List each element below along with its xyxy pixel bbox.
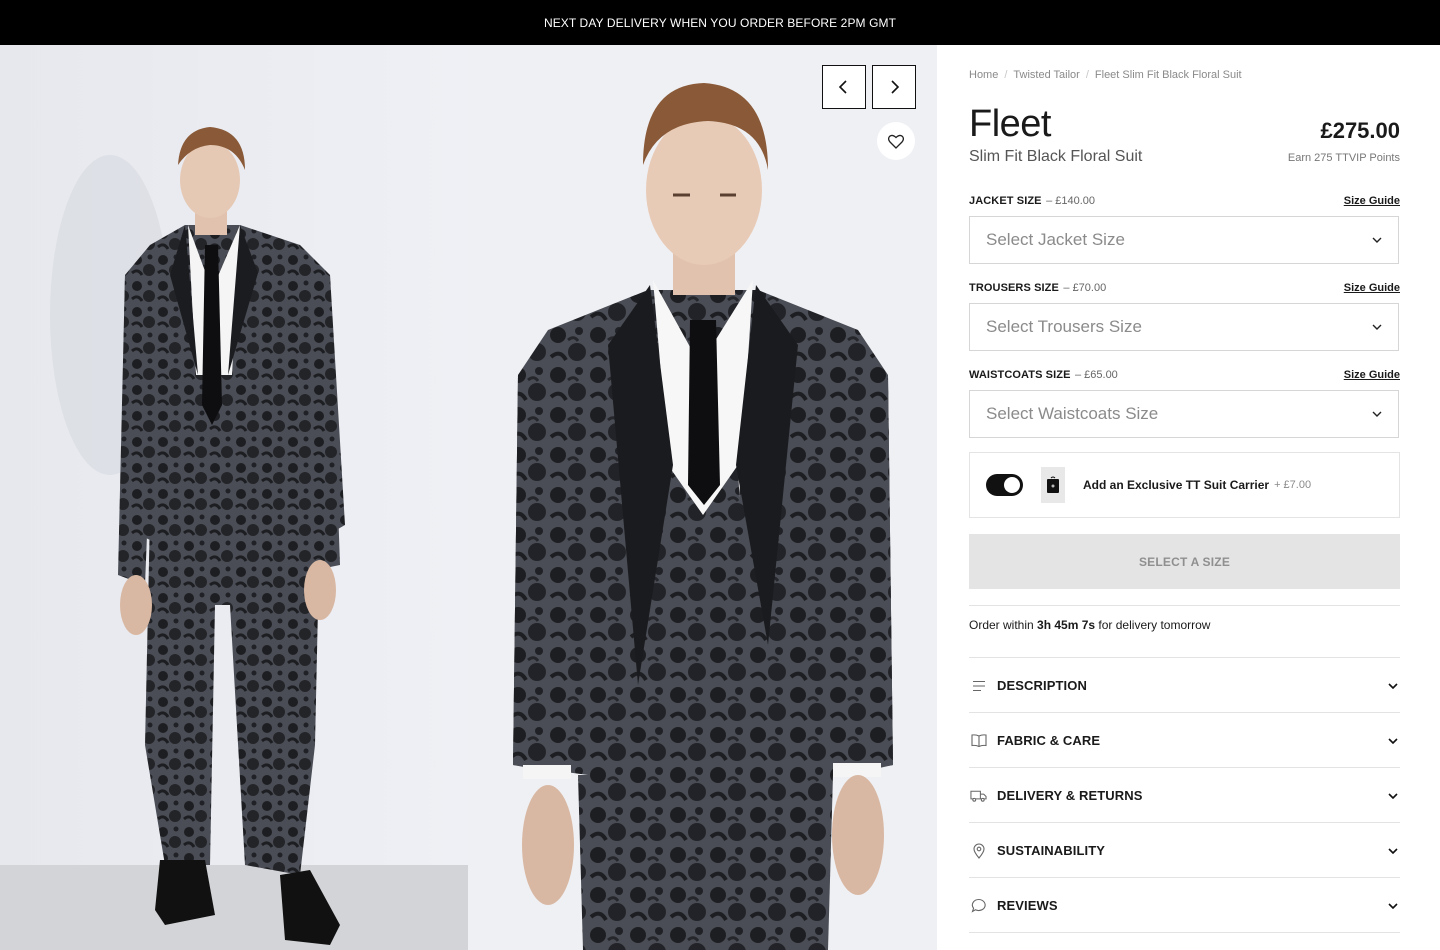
chevron-down-icon [1388, 792, 1398, 799]
waistcoats-size-row: WAISTCOATS SIZE – £65.00 Size Guide Sele… [969, 365, 1400, 438]
breadcrumb-separator: / [1004, 69, 1008, 81]
chevron-down-icon [1388, 902, 1398, 909]
location-pin-icon [970, 842, 987, 859]
chevron-down-icon [1388, 737, 1398, 744]
breadcrumb-home[interactable]: Home [969, 69, 998, 81]
jacket-size-select[interactable]: Select Jacket Size [969, 216, 1399, 264]
divider [969, 605, 1400, 606]
suit-carrier-addon: Add an Exclusive TT Suit Carrier + £7.00 [969, 452, 1400, 518]
waistcoats-size-placeholder: Select Waistcoats Size [986, 404, 1159, 423]
toggle-knob [1004, 477, 1020, 493]
breadcrumb-brand[interactable]: Twisted Tailor [1013, 69, 1079, 81]
book-icon [970, 732, 987, 749]
product-price: £275.00 [1320, 118, 1400, 143]
breadcrumb: Home / Twisted Tailor / Fleet Slim Fit B… [969, 69, 1242, 81]
heart-icon [888, 134, 904, 149]
product-image-close-up[interactable] [468, 45, 937, 950]
waistcoats-size-guide-link[interactable]: Size Guide [1344, 369, 1400, 381]
divider [969, 932, 1400, 933]
chevron-down-icon [1388, 682, 1398, 689]
gallery-next-button[interactable] [872, 65, 916, 109]
trousers-size-placeholder: Select Trousers Size [986, 317, 1142, 336]
trousers-size-row: TROUSERS SIZE – £70.00 Size Guide Select… [969, 278, 1400, 351]
gallery-prev-button[interactable] [822, 65, 866, 109]
accordion-fabric-care[interactable]: FABRIC & CARE [969, 713, 1400, 768]
chevron-left-icon [838, 80, 847, 94]
product-image-full-length[interactable] [0, 45, 468, 950]
accordion-label: REVIEWS [997, 898, 1058, 913]
announcement-bar: NEXT DAY DELIVERY WHEN YOU ORDER BEFORE … [0, 0, 1440, 45]
accordion-sustainability[interactable]: SUSTAINABILITY [969, 823, 1400, 878]
waistcoats-size-label: WAISTCOATS SIZE [969, 369, 1071, 381]
product-title: Fleet [969, 103, 1051, 145]
trousers-size-select[interactable]: Select Trousers Size [969, 303, 1399, 351]
suit-carrier-label: Add an Exclusive TT Suit Carrier [1083, 478, 1270, 492]
jacket-size-label: JACKET SIZE [969, 195, 1042, 207]
trousers-size-guide-link[interactable]: Size Guide [1344, 282, 1400, 294]
jacket-size-placeholder: Select Jacket Size [986, 230, 1125, 249]
countdown-suffix: for delivery tomorrow [1098, 618, 1211, 632]
garment-bag-icon [1047, 476, 1059, 493]
countdown-time: 3h 45m 7s [1037, 618, 1096, 632]
waistcoats-size-select[interactable]: Select Waistcoats Size [969, 390, 1399, 438]
breadcrumb-current: Fleet Slim Fit Black Floral Suit [1094, 69, 1242, 81]
suit-carrier-image [1041, 467, 1065, 503]
accordion-description[interactable]: DESCRIPTION [969, 658, 1400, 713]
countdown-prefix: Order within [969, 618, 1034, 632]
waistcoats-size-price: – £65.00 [1074, 369, 1118, 381]
jacket-size-price: – £140.00 [1046, 195, 1096, 207]
accordion-label: DELIVERY & RETURNS [997, 788, 1143, 803]
chat-icon [970, 897, 987, 914]
accordion-reviews[interactable]: REVIEWS [969, 878, 1400, 933]
suit-carrier-price: + £7.00 [1274, 479, 1312, 491]
announcement-text: NEXT DAY DELIVERY WHEN YOU ORDER BEFORE … [543, 15, 897, 30]
wishlist-button[interactable] [877, 122, 915, 160]
chevron-right-icon [891, 80, 900, 94]
chevron-down-icon [1372, 324, 1382, 330]
suit-carrier-toggle[interactable] [986, 474, 1023, 496]
jacket-size-guide-link[interactable]: Size Guide [1344, 195, 1400, 207]
breadcrumb-separator: / [1085, 69, 1089, 81]
product-subtitle: Slim Fit Black Floral Suit [969, 148, 1143, 165]
trousers-size-label: TROUSERS SIZE [969, 282, 1059, 294]
product-details-panel: Home / Twisted Tailor / Fleet Slim Fit B… [969, 45, 1400, 950]
loyalty-points: Earn 275 TTVIP Points [1287, 152, 1400, 164]
accordion-label: DESCRIPTION [997, 678, 1087, 693]
product-gallery [0, 45, 937, 950]
chevron-down-icon [1388, 847, 1398, 854]
truck-icon [970, 787, 987, 804]
accordion-delivery-returns[interactable]: DELIVERY & RETURNS [969, 768, 1400, 823]
list-icon [970, 677, 987, 694]
select-size-button[interactable]: SELECT A SIZE [969, 534, 1400, 589]
accordion-label: SUSTAINABILITY [997, 843, 1106, 858]
delivery-countdown: Order within 3h 45m 7s for delivery tomo… [969, 618, 1210, 632]
trousers-size-price: – £70.00 [1063, 282, 1107, 294]
accordion-label: FABRIC & CARE [997, 733, 1101, 748]
chevron-down-icon [1372, 237, 1382, 243]
chevron-down-icon [1372, 411, 1382, 417]
jacket-size-row: JACKET SIZE – £140.00 Size Guide Select … [969, 191, 1400, 264]
